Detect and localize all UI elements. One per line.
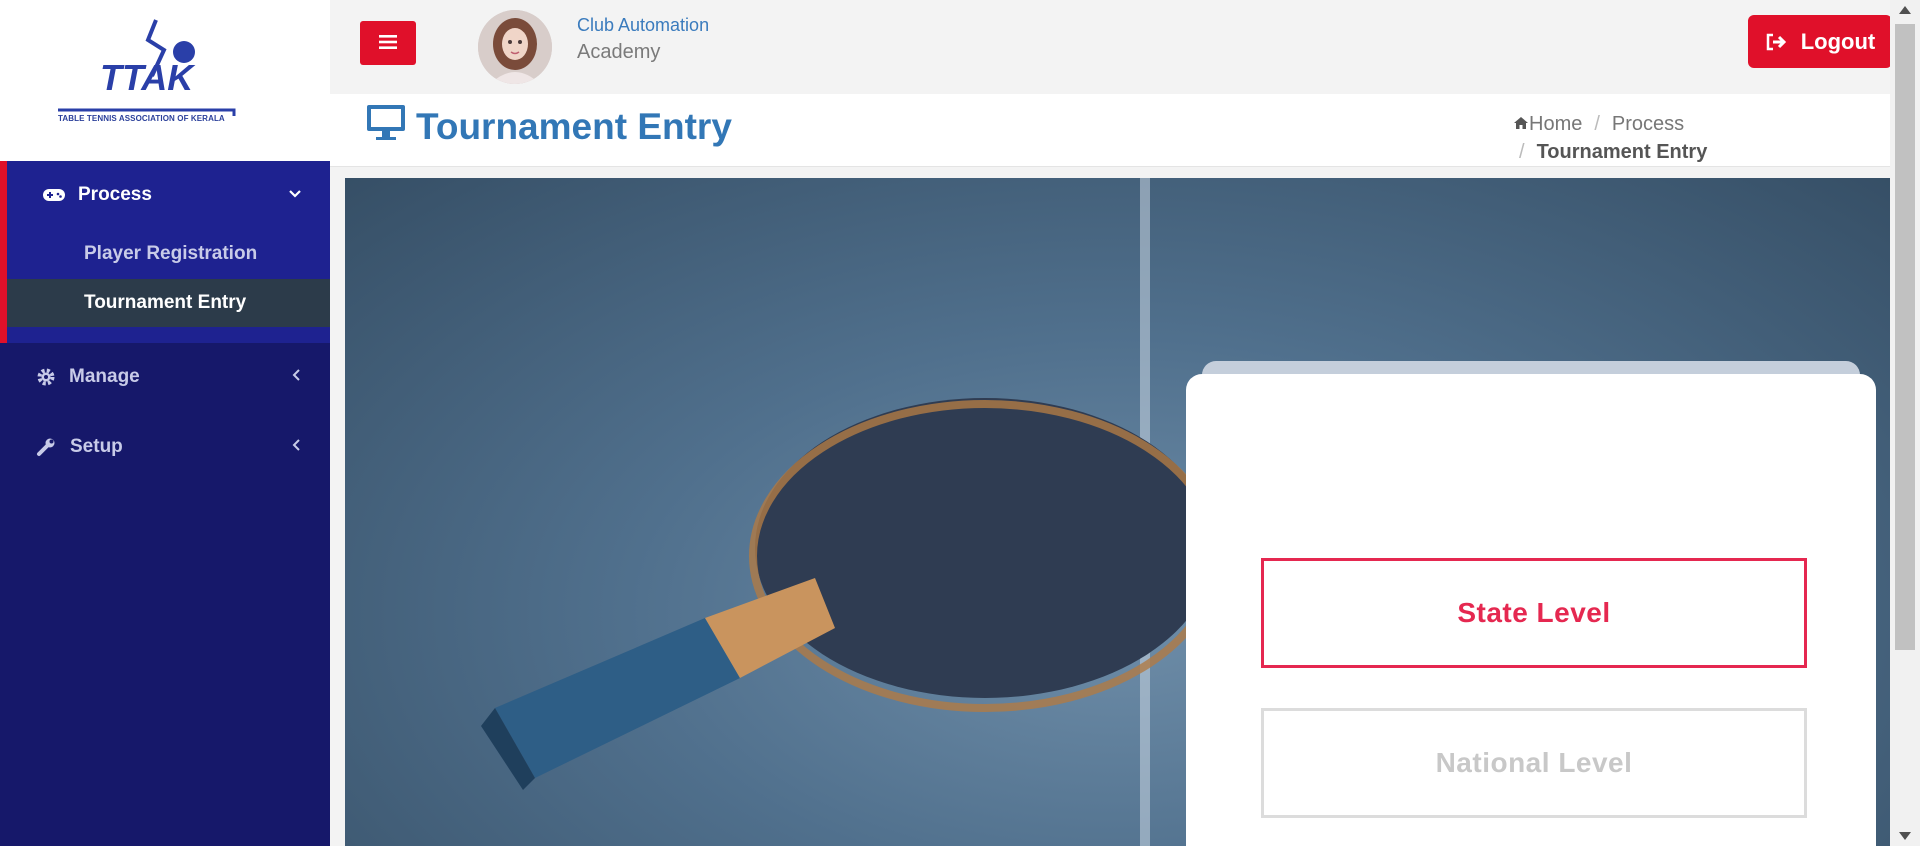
wrench-icon bbox=[36, 437, 56, 457]
page-title-bar: Tournament Entry Home / Process / Tournamen… bbox=[330, 94, 1890, 167]
sidebar-item-label: Player Registration bbox=[84, 243, 258, 264]
breadcrumb-separator: / bbox=[1519, 141, 1525, 163]
background-image: State Level National Level bbox=[345, 178, 1890, 846]
breadcrumb-separator: / bbox=[1594, 113, 1600, 135]
sign-out-icon bbox=[1765, 32, 1787, 52]
logo[interactable]: TTAK TABLE TENNIS ASSOCIATION OF KERALA bbox=[0, 0, 330, 161]
sidebar-item-setup[interactable]: Setup bbox=[0, 427, 330, 467]
breadcrumb: Home / Process / Tournament Entry bbox=[1513, 110, 1773, 166]
sidebar-item-label: Manage bbox=[69, 366, 140, 387]
sidebar-item-manage[interactable]: Manage bbox=[0, 357, 330, 397]
state-level-button[interactable]: State Level bbox=[1261, 558, 1807, 668]
tournament-level-card: State Level National Level bbox=[1186, 374, 1876, 846]
chevron-left-icon bbox=[292, 368, 302, 387]
national-level-label: National Level bbox=[1435, 747, 1633, 778]
process-menu-group: Process Player Registration Tournament E… bbox=[0, 161, 330, 343]
state-level-label: State Level bbox=[1457, 597, 1611, 628]
logout-label: Logout bbox=[1800, 28, 1876, 54]
scroll-up-arrow-icon[interactable] bbox=[1899, 6, 1911, 14]
logo-mark-text: TTAK bbox=[100, 57, 196, 98]
breadcrumb-home-link[interactable]: Home bbox=[1529, 113, 1582, 135]
sidebar-item-process[interactable]: Process bbox=[0, 175, 330, 215]
scrollbar[interactable] bbox=[1890, 0, 1920, 846]
page-title: Tournament Entry bbox=[416, 106, 732, 147]
breadcrumb-process-link[interactable]: Process bbox=[1612, 113, 1684, 135]
avatar[interactable] bbox=[478, 10, 552, 84]
sidebar-item-label: Process bbox=[78, 184, 152, 205]
sidebar-item-player-registration[interactable]: Player Registration bbox=[7, 230, 330, 278]
logo-caption: TABLE TENNIS ASSOCIATION OF KERALA bbox=[58, 114, 225, 123]
home-icon bbox=[1513, 113, 1529, 135]
gear-icon bbox=[36, 367, 56, 387]
scroll-thumb[interactable] bbox=[1895, 24, 1915, 650]
sidebar: TTAK TABLE TENNIS ASSOCIATION OF KERALA … bbox=[0, 0, 330, 846]
sidebar-item-label: Setup bbox=[70, 436, 123, 457]
chevron-left-icon bbox=[292, 438, 302, 457]
sidebar-item-tournament-entry[interactable]: Tournament Entry bbox=[7, 279, 330, 327]
organization-name: Club Automation bbox=[577, 15, 710, 35]
desktop-icon bbox=[366, 104, 406, 147]
breadcrumb-current: Tournament Entry bbox=[1536, 141, 1708, 163]
organization-subtitle: Academy bbox=[577, 41, 661, 63]
gamepad-icon bbox=[42, 187, 66, 203]
ttak-logo-mark: TTAK bbox=[58, 19, 236, 116]
top-header: Club Automation Academy Logout bbox=[330, 0, 1892, 94]
menu-toggle-button[interactable] bbox=[360, 21, 416, 65]
national-level-button[interactable]: National Level bbox=[1261, 708, 1807, 818]
sidebar-item-label: Tournament Entry bbox=[84, 292, 247, 313]
scroll-down-arrow-icon[interactable] bbox=[1899, 832, 1911, 840]
chevron-down-icon bbox=[288, 186, 302, 204]
hamburger-icon bbox=[379, 30, 397, 56]
logout-button[interactable]: Logout bbox=[1748, 15, 1892, 68]
